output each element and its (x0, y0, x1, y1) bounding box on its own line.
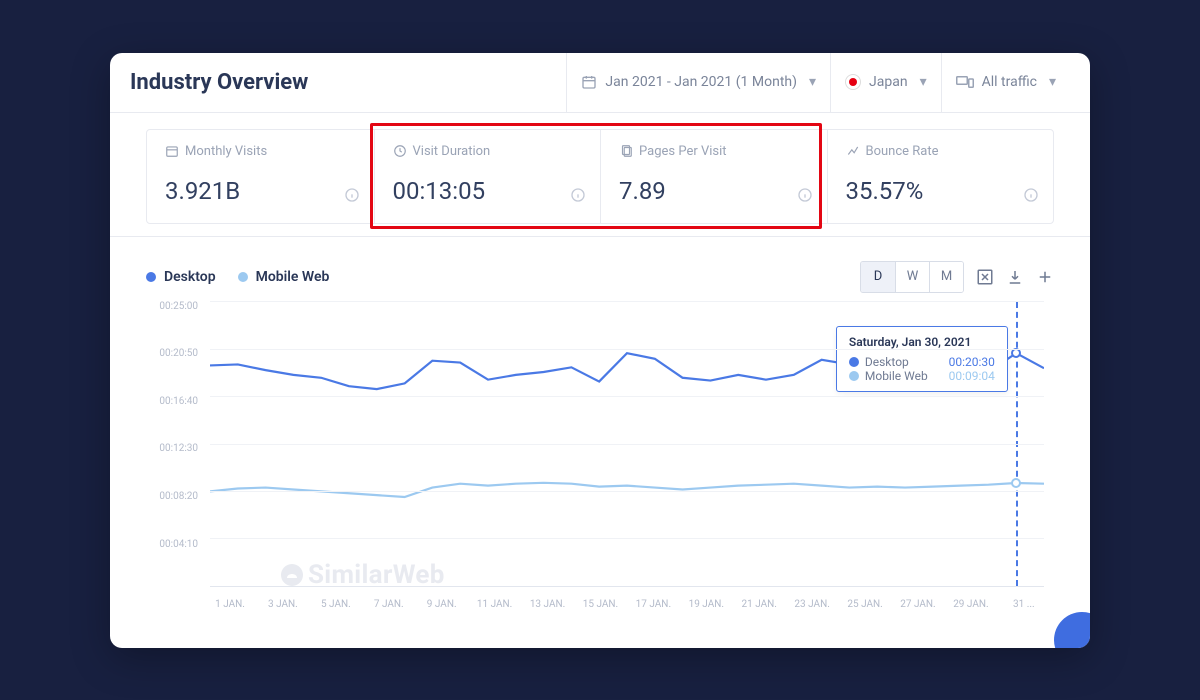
granularity-switch: D W M (860, 261, 964, 293)
info-icon[interactable] (344, 187, 360, 203)
info-icon[interactable] (797, 187, 813, 203)
chevron-down-icon: ▾ (1049, 74, 1056, 90)
kpi-label: Bounce Rate (846, 144, 1036, 159)
info-icon[interactable] (1023, 187, 1039, 203)
devices-icon (956, 74, 974, 90)
x-tick: 21 JAN. (739, 599, 779, 621)
traffic-filter[interactable]: All traffic ▾ (941, 53, 1070, 113)
y-tick: 00:12:30 (146, 443, 198, 454)
dashboard-card: Industry Overview Jan 2021 - Jan 2021 (1… (110, 53, 1090, 648)
y-tick: 00:20:50 (146, 348, 198, 359)
granularity-day[interactable]: D (861, 262, 895, 292)
x-tick: 19 JAN. (686, 599, 726, 621)
kpi-monthly-visits: Monthly Visits 3.921B (147, 130, 374, 223)
kpi-value: 3.921B (165, 177, 356, 205)
y-tick: 00:25:00 (146, 301, 198, 312)
x-tick: 5 JAN. (316, 599, 356, 621)
kpi-row: Monthly Visits 3.921B Visit Duration 00:… (146, 129, 1054, 224)
filter-group: Jan 2021 - Jan 2021 (1 Month) ▾ Japan ▾ … (566, 53, 1070, 113)
dot-icon (849, 357, 859, 367)
bounce-icon (846, 144, 860, 158)
traffic-label: All traffic (982, 74, 1037, 90)
clock-icon (393, 144, 407, 158)
x-tick: 7 JAN. (369, 599, 409, 621)
granularity-week[interactable]: W (895, 262, 929, 292)
x-tick: 17 JAN. (633, 599, 673, 621)
page-title: Industry Overview (130, 70, 566, 95)
x-tick: 23 JAN. (792, 599, 832, 621)
tooltip-row-desktop: Desktop 00:20:30 (849, 355, 995, 369)
chart-legend: Desktop Mobile Web (146, 269, 329, 285)
date-range-label: Jan 2021 - Jan 2021 (1 Month) (605, 74, 797, 90)
dot-icon (146, 272, 156, 282)
calendar-icon (165, 144, 179, 158)
plus-icon[interactable] (1036, 268, 1054, 286)
x-axis: 1 JAN. 3 JAN. 5 JAN. 7 JAN. 9 JAN. 11 JAN. 13 … (210, 591, 1044, 621)
x-tick: 1 JAN. (210, 599, 250, 621)
gridline (210, 491, 1044, 492)
x-tick: 3 JAN. (263, 599, 303, 621)
y-tick: 00:08:20 (146, 491, 198, 502)
kpi-value: 7.89 (619, 177, 809, 205)
kpi-pages-per-visit: Pages Per Visit 7.89 (600, 130, 827, 223)
chart-plot: SimilarWeb Saturday, Jan 30, 2021 Deskto… (210, 301, 1044, 587)
country-label: Japan (869, 74, 908, 90)
x-tick: 25 JAN. (845, 599, 885, 621)
granularity-month[interactable]: M (929, 262, 963, 292)
gridline (210, 396, 1044, 397)
download-icon[interactable] (1006, 268, 1024, 286)
tooltip-date: Saturday, Jan 30, 2021 (849, 335, 995, 349)
calendar-icon (581, 74, 597, 90)
x-tick: 15 JAN. (580, 599, 620, 621)
x-tick: 27 JAN. (898, 599, 938, 621)
chart-tooltip: Saturday, Jan 30, 2021 Desktop 00:20:30 … (836, 326, 1008, 392)
kpi-label: Pages Per Visit (619, 144, 809, 159)
series-line (210, 482, 1044, 496)
info-icon[interactable] (570, 187, 586, 203)
japan-flag-icon (845, 74, 861, 90)
date-range-filter[interactable]: Jan 2021 - Jan 2021 (1 Month) ▾ (566, 53, 830, 113)
kpi-value: 35.57% (846, 177, 1036, 205)
dot-icon (238, 272, 248, 282)
y-axis: 00:25:00 00:20:50 00:16:40 00:12:30 00:08:20… (146, 301, 206, 587)
kpi-section: Monthly Visits 3.921B Visit Duration 00:… (110, 113, 1090, 230)
dot-icon (849, 371, 859, 381)
chart-hover-point-mobile (1011, 478, 1021, 488)
x-tick: 9 JAN. (422, 599, 462, 621)
chart-toolbar: D W M (860, 261, 1054, 293)
x-tick: 31 ... (1004, 599, 1044, 621)
x-tick: 11 JAN. (475, 599, 515, 621)
kpi-bounce-rate: Bounce Rate 35.57% (827, 130, 1054, 223)
y-tick: 00:16:40 (146, 396, 198, 407)
y-tick: 00:04:10 (146, 539, 198, 550)
tooltip-row-mobile: Mobile Web 00:09:04 (849, 369, 995, 383)
chevron-down-icon: ▾ (809, 74, 816, 90)
pages-icon (619, 144, 633, 158)
kpi-visit-duration: Visit Duration 00:13:05 (374, 130, 601, 223)
chart-area[interactable]: 00:25:00 00:20:50 00:16:40 00:12:30 00:08:20… (146, 301, 1054, 621)
gridline (210, 538, 1044, 539)
x-tick: 29 JAN. (951, 599, 991, 621)
gridline (210, 349, 1044, 350)
chevron-down-icon: ▾ (920, 74, 927, 90)
chart-panel: Desktop Mobile Web D W M (110, 236, 1090, 633)
legend-desktop[interactable]: Desktop (146, 269, 216, 285)
x-tick: 13 JAN. (528, 599, 568, 621)
kpi-label: Monthly Visits (165, 144, 356, 159)
country-filter[interactable]: Japan ▾ (830, 53, 941, 113)
header-bar: Industry Overview Jan 2021 - Jan 2021 (1… (110, 53, 1090, 113)
export-excel-icon[interactable] (976, 268, 994, 286)
kpi-label: Visit Duration (393, 144, 583, 159)
gridline (210, 444, 1044, 445)
legend-mobile-web[interactable]: Mobile Web (238, 269, 330, 285)
kpi-value: 00:13:05 (393, 177, 583, 205)
chart-header: Desktop Mobile Web D W M (146, 245, 1054, 301)
